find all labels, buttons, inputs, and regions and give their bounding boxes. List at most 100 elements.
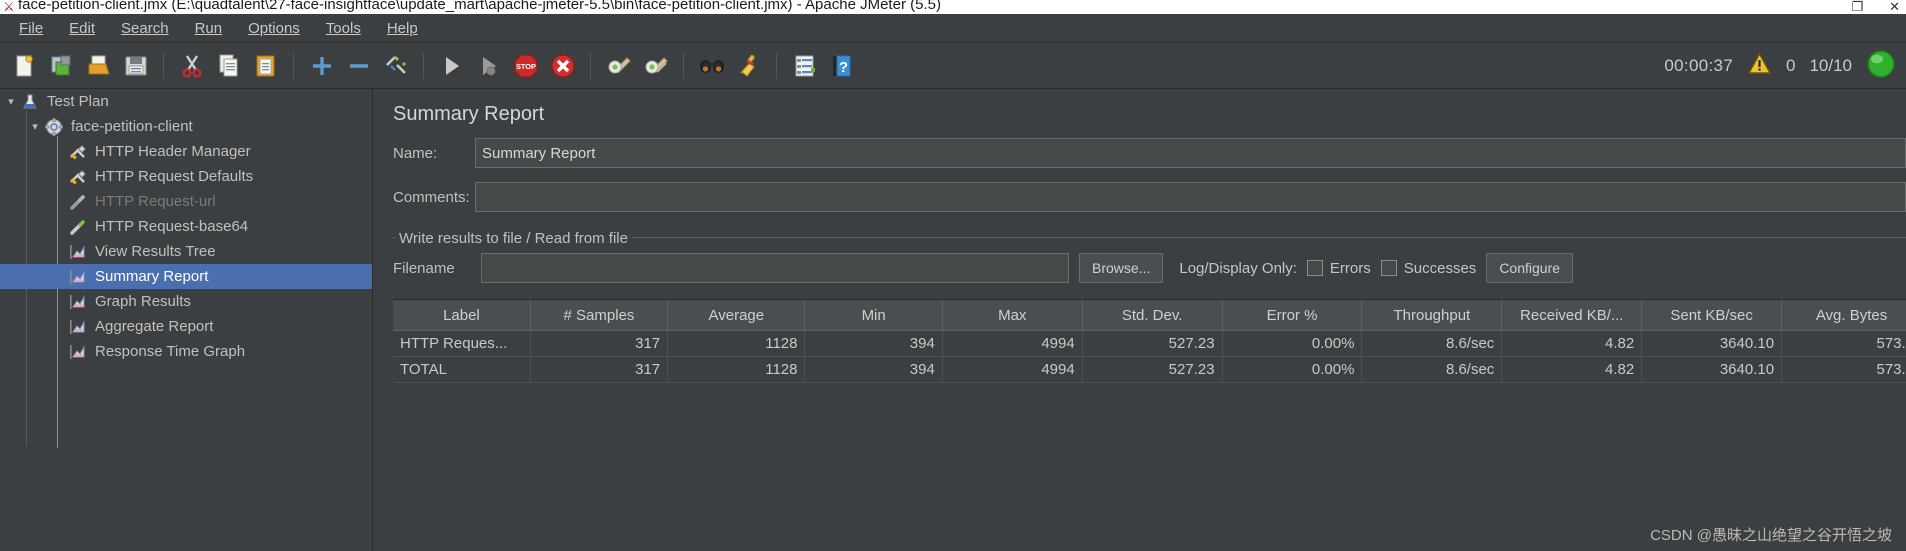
cell-samples: 317 bbox=[530, 356, 669, 383]
search-icon[interactable] bbox=[695, 49, 728, 82]
successes-checkbox-wrap[interactable]: Successes bbox=[1380, 260, 1476, 277]
filename-label: Filename bbox=[393, 259, 455, 277]
toolbar-separator-2 bbox=[293, 52, 294, 79]
col-max[interactable]: Max bbox=[942, 300, 1083, 331]
main-content: ▾ Test Plan ▾ face-petition-client HTTP … bbox=[0, 89, 1906, 551]
clear-all-icon[interactable] bbox=[639, 49, 672, 82]
listener-icon bbox=[68, 342, 88, 362]
templates-icon[interactable] bbox=[45, 49, 78, 82]
tree-item-response-time-graph[interactable]: Response Time Graph bbox=[0, 339, 372, 364]
toolbar-group-expand bbox=[303, 49, 414, 82]
cell-min: 394 bbox=[804, 330, 943, 357]
tree-item-http-request-base64[interactable]: HTTP Request-base64 bbox=[0, 214, 372, 239]
open-icon[interactable] bbox=[82, 49, 115, 82]
errors-checkbox-wrap[interactable]: Errors bbox=[1306, 259, 1371, 277]
menu-search-label: Search bbox=[121, 19, 169, 37]
config-defaults-icon bbox=[68, 167, 88, 187]
save-icon[interactable] bbox=[119, 49, 152, 82]
chevron-down-icon[interactable]: ▾ bbox=[4, 95, 18, 109]
errors-checkbox[interactable] bbox=[1306, 260, 1323, 276]
comments-input[interactable] bbox=[475, 182, 1906, 212]
clear-icon[interactable] bbox=[602, 49, 635, 82]
tree-item-label: HTTP Request Defaults bbox=[95, 168, 254, 185]
toolbar-group-clipboard bbox=[173, 49, 284, 82]
cell-std-dev: 527.23 bbox=[1082, 330, 1223, 357]
successes-checkbox[interactable] bbox=[1380, 260, 1397, 276]
errors-label: Errors bbox=[1329, 259, 1371, 277]
menu-search[interactable]: Search bbox=[108, 17, 182, 40]
chevron-down-icon[interactable]: ▾ bbox=[28, 120, 42, 134]
cell-throughput: 8.6/sec bbox=[1361, 330, 1503, 357]
col-min[interactable]: Min bbox=[804, 300, 943, 331]
browse-button[interactable]: Browse... bbox=[1079, 253, 1164, 283]
filename-input[interactable] bbox=[481, 253, 1069, 283]
toolbar-separator-6 bbox=[776, 52, 777, 79]
col-avg-bytes[interactable]: Avg. Bytes bbox=[1781, 300, 1906, 331]
start-no-pauses-icon[interactable] bbox=[472, 49, 505, 82]
table-row[interactable]: TOTAL 317 1128 394 4994 527.23 0.00% 8.6… bbox=[393, 356, 1906, 383]
menu-help-label: Help bbox=[386, 19, 418, 37]
col-throughput[interactable]: Throughput bbox=[1361, 300, 1503, 331]
col-std-dev[interactable]: Std. Dev. bbox=[1082, 300, 1223, 331]
toggle-icon[interactable] bbox=[379, 49, 412, 82]
cell-sent-kb: 3640.10 bbox=[1641, 356, 1783, 383]
close-button[interactable]: ✕ bbox=[1889, 0, 1900, 14]
shutdown-icon[interactable] bbox=[546, 49, 579, 82]
toolbar-status-area: 00:00:37 0 10/10 bbox=[1664, 43, 1896, 88]
elapsed-time: 00:00:37 bbox=[1664, 55, 1733, 75]
reset-search-icon[interactable] bbox=[732, 49, 765, 82]
warning-triangle-icon[interactable] bbox=[1747, 52, 1772, 79]
tree-item-test-plan[interactable]: ▾ Test Plan bbox=[0, 89, 372, 114]
restore-button[interactable]: ❐ bbox=[1851, 0, 1863, 14]
stop-icon[interactable]: STOP bbox=[509, 49, 542, 82]
table-row[interactable]: HTTP Reques... 317 1128 394 4994 527.23 … bbox=[393, 330, 1906, 357]
window-controls[interactable]: ❐ ✕ bbox=[1851, 0, 1900, 14]
toolbar-group-search bbox=[693, 49, 767, 82]
summary-table-container[interactable]: Label # Samples Average Min Max Std. Dev… bbox=[393, 299, 1906, 551]
new-icon[interactable] bbox=[8, 49, 41, 82]
tree-item-view-results-tree[interactable]: View Results Tree bbox=[0, 239, 372, 264]
menu-options[interactable]: Options bbox=[235, 17, 313, 40]
summary-table: Label # Samples Average Min Max Std. Dev… bbox=[393, 300, 1906, 383]
cut-icon[interactable] bbox=[175, 49, 208, 82]
tree-item-label: Test Plan bbox=[47, 93, 109, 110]
col-label[interactable]: Label bbox=[393, 300, 531, 331]
col-error-pct[interactable]: Error % bbox=[1222, 300, 1363, 331]
menu-tools[interactable]: Tools bbox=[313, 17, 374, 40]
test-plan-tree[interactable]: ▾ Test Plan ▾ face-petition-client HTTP … bbox=[0, 89, 373, 551]
menu-file[interactable]: File bbox=[6, 17, 56, 40]
start-icon[interactable] bbox=[435, 49, 468, 82]
tree-item-http-header-manager[interactable]: HTTP Header Manager bbox=[0, 139, 372, 164]
function-helper-icon[interactable] bbox=[788, 49, 821, 82]
tree-item-graph-results[interactable]: Graph Results bbox=[0, 289, 372, 314]
col-received-kb[interactable]: Received KB/... bbox=[1501, 300, 1643, 331]
listener-icon bbox=[68, 267, 88, 287]
tree-item-aggregate-report[interactable]: Aggregate Report bbox=[0, 314, 372, 339]
menu-edit[interactable]: Edit bbox=[56, 17, 108, 40]
tree-item-http-request-url[interactable]: HTTP Request-url bbox=[0, 189, 372, 214]
comments-label: Comments: bbox=[393, 188, 470, 206]
copy-icon[interactable] bbox=[212, 49, 245, 82]
menu-tools-label: Tools bbox=[325, 19, 361, 37]
write-results-group: Write results to file / Read from file F… bbox=[387, 228, 1906, 287]
tree-item-label: face-petition-client bbox=[71, 118, 193, 135]
tree-item-summary-report[interactable]: Summary Report bbox=[0, 264, 372, 289]
tree-item-label: HTTP Header Manager bbox=[95, 143, 251, 160]
name-input[interactable]: Summary Report bbox=[475, 138, 1906, 168]
cell-average: 1128 bbox=[667, 330, 806, 357]
jmeter-window: ⚔ face-petition-client.jmx (E:\quadtalen… bbox=[0, 0, 1906, 551]
menu-run[interactable]: Run bbox=[182, 17, 236, 40]
menu-help[interactable]: Help bbox=[374, 17, 431, 40]
configure-button[interactable]: Configure bbox=[1486, 253, 1574, 283]
paste-icon[interactable] bbox=[249, 49, 282, 82]
help-icon[interactable]: ? bbox=[825, 49, 858, 82]
col-samples[interactable]: # Samples bbox=[530, 300, 669, 331]
col-average[interactable]: Average bbox=[667, 300, 806, 331]
tree-item-thread-group[interactable]: ▾ face-petition-client bbox=[0, 114, 372, 139]
tree-item-http-request-defaults[interactable]: HTTP Request Defaults bbox=[0, 164, 372, 189]
thread-group-icon bbox=[44, 117, 64, 137]
col-sent-kb[interactable]: Sent KB/sec bbox=[1641, 300, 1783, 331]
cell-std-dev: 527.23 bbox=[1082, 356, 1223, 383]
expand-all-icon[interactable] bbox=[305, 49, 338, 82]
collapse-all-icon[interactable] bbox=[342, 49, 375, 82]
